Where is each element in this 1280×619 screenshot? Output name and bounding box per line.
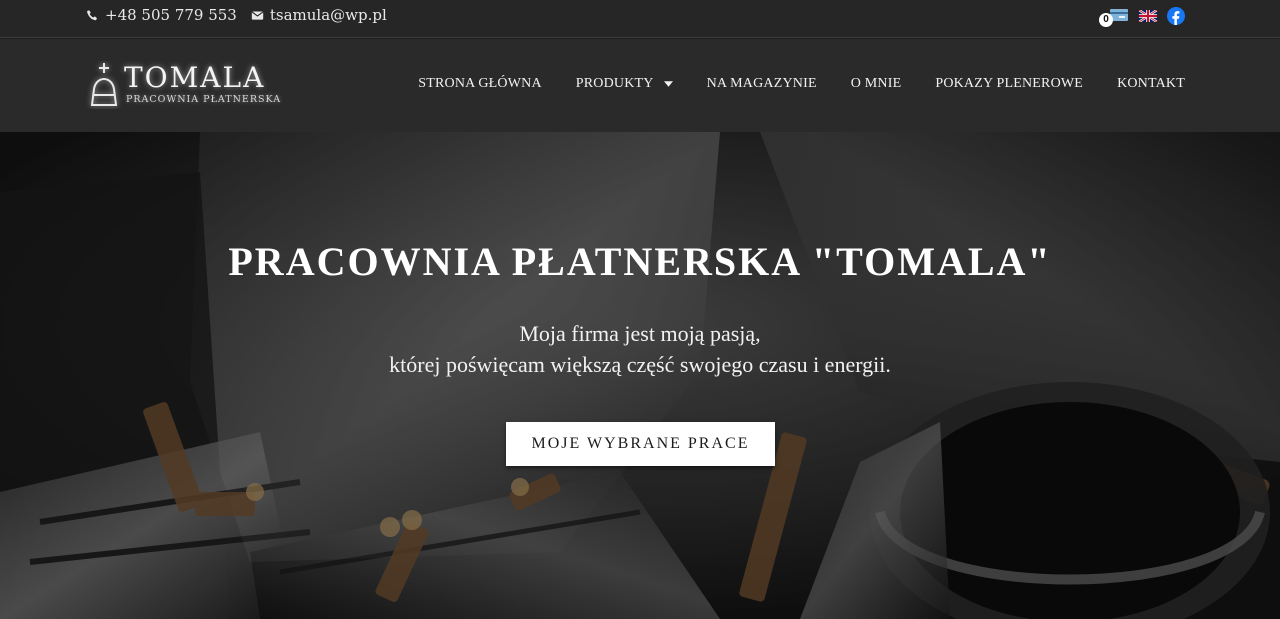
cart-button[interactable]: 0 bbox=[1099, 7, 1129, 27]
topbar-actions: 0 bbox=[1099, 7, 1185, 27]
logo-helmet-icon bbox=[90, 63, 118, 106]
nav-item-label: NA MAGAZYNIE bbox=[706, 76, 817, 91]
nav-item-label: PRODUKTY bbox=[575, 76, 654, 91]
nav-item-label: KONTAKT bbox=[1117, 76, 1185, 91]
caret-down-icon bbox=[663, 81, 673, 87]
site-header: TOMALA PRACOWNIA PŁATNERSKA STRONA GŁÓWN… bbox=[0, 39, 1280, 132]
top-bar: +48 505 779 553 tsamula@wp.pl 0 bbox=[0, 0, 1280, 38]
contact-info: +48 505 779 553 tsamula@wp.pl bbox=[86, 6, 387, 24]
logo-name: TOMALA bbox=[124, 61, 266, 94]
hero-title: PRACOWNIA PŁATNERSKA "TOMALA" bbox=[228, 239, 1052, 284]
envelope-icon bbox=[251, 10, 264, 20]
nav-item-in-stock[interactable]: NA MAGAZYNIE bbox=[707, 76, 817, 92]
cart-count-badge: 0 bbox=[1099, 13, 1113, 27]
phone-icon bbox=[86, 9, 97, 20]
hero-subtitle-line-1: Moja firma jest moją pasją, bbox=[519, 321, 761, 346]
phone-link[interactable]: +48 505 779 553 bbox=[86, 6, 237, 24]
hero-subtitle: Moja firma jest moją pasją, której poświ… bbox=[0, 318, 1280, 380]
nav-item-label: POKAZY PLENEROWE bbox=[935, 76, 1084, 91]
nav-item-label: STRONA GŁÓWNA bbox=[418, 76, 542, 91]
nav-item-products[interactable]: PRODUKTY bbox=[576, 76, 673, 92]
uk-flag-icon[interactable] bbox=[1139, 10, 1157, 22]
email-address: tsamula@wp.pl bbox=[269, 6, 387, 24]
nav-item-shows[interactable]: POKAZY PLENEROWE bbox=[935, 76, 1083, 92]
email-link[interactable]: tsamula@wp.pl bbox=[251, 6, 387, 24]
nav-item-about[interactable]: O MNIE bbox=[851, 76, 902, 92]
nav-item-label: O MNIE bbox=[850, 76, 902, 91]
site-logo[interactable]: TOMALA PRACOWNIA PŁATNERSKA bbox=[84, 61, 284, 111]
facebook-icon[interactable] bbox=[1167, 7, 1185, 25]
logo-subtitle: PRACOWNIA PŁATNERSKA bbox=[126, 94, 282, 105]
main-navigation: STRONA GŁÓWNA PRODUKTY NA MAGAZYNIE O MN… bbox=[384, 76, 1185, 92]
nav-item-home[interactable]: STRONA GŁÓWNA bbox=[418, 76, 542, 92]
selected-works-button[interactable]: MOJE WYBRANE PRACE bbox=[506, 422, 775, 466]
phone-number: +48 505 779 553 bbox=[105, 6, 237, 24]
nav-item-contact[interactable]: KONTAKT bbox=[1117, 76, 1185, 92]
hero-subtitle-line-2: której poświęcam większą część swojego c… bbox=[389, 352, 891, 377]
hero-section: PRACOWNIA PŁATNERSKA "TOMALA" Moja firma… bbox=[0, 132, 1280, 619]
